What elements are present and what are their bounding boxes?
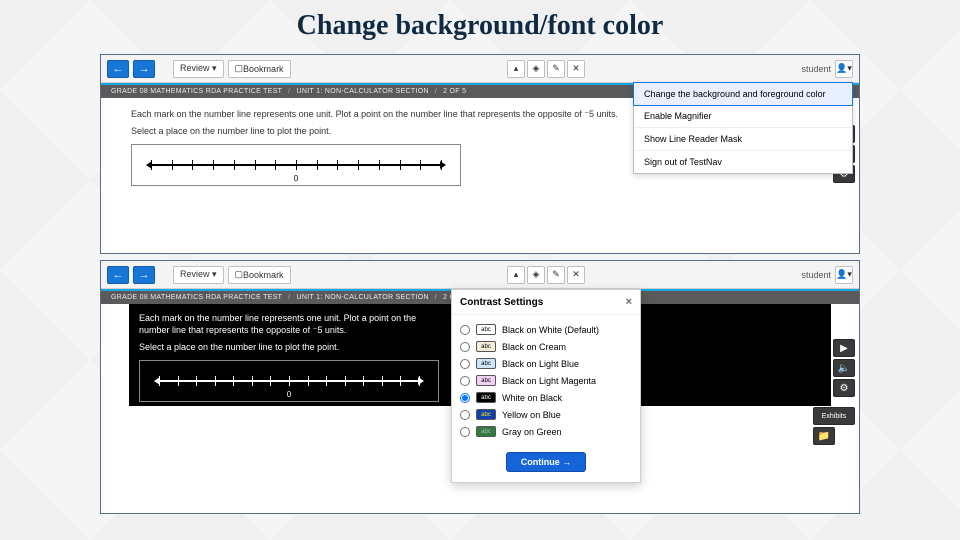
pointer-tool-button[interactable]: ▴ [507,60,525,78]
contrast-swatch: abc [476,392,496,403]
eraser-tool-button[interactable]: ✎ [547,266,565,284]
contrast-radio[interactable] [460,376,470,386]
clear-tool-button[interactable]: ✕ [567,266,585,284]
contrast-option[interactable]: abc Yellow on Blue [460,406,632,423]
user-label: student [801,64,831,74]
crumb-b: UNIT 1: NON-CALCULATOR SECTION [297,88,429,95]
contrast-radio[interactable] [460,359,470,369]
menu-enable-magnifier[interactable]: Enable Magnifier [634,105,852,128]
contrast-swatch: abc [476,358,496,369]
nav-forward-button[interactable]: → [133,266,155,284]
screenshot-top: ← → Review ▾ ▢ Bookmark ▴ ◈ ✎ ✕ student … [100,54,860,254]
continue-button[interactable]: Continue → [506,452,587,472]
review-dropdown[interactable]: Review ▾ [173,60,224,78]
resources-button[interactable]: 📁 [813,427,835,445]
user-label: student [801,270,831,280]
toolbar: ← → Review ▾ ▢ Bookmark ▴ ◈ ✎ ✕ student … [101,55,859,83]
crumb-a: GRADE 08 MATHEMATICS RDA PRACTICE TEST [111,88,282,95]
contrast-radio[interactable] [460,410,470,420]
pointer-tool-button[interactable]: ▴ [507,266,525,284]
number-line[interactable]: 0 [131,144,461,186]
contrast-option-label: Black on Light Magenta [502,376,596,386]
contrast-swatch: abc [476,409,496,420]
crumb-a: GRADE 08 MATHEMATICS RDA PRACTICE TEST [111,294,282,301]
contrast-radio[interactable] [460,325,470,335]
crumb-b: UNIT 1: NON-CALCULATOR SECTION [297,294,429,301]
nav-forward-button[interactable]: → [133,60,155,78]
dialog-close-button[interactable]: × [626,296,632,308]
tool-group: ▴ ◈ ✎ ✕ [507,266,585,284]
side-tools: ▶ 🔈 ⚙ [833,339,855,397]
side-tools-extra: Exhibits 📁 [813,407,855,445]
ruler-tool-button[interactable]: ◈ [527,60,545,78]
contrast-swatch: abc [476,375,496,386]
bookmark-label: Bookmark [243,270,284,280]
tool-group: ▴ ◈ ✎ ✕ [507,60,585,78]
user-menu-button[interactable]: 👤▾ [835,60,853,78]
contrast-option-label: Black on White (Default) [502,325,599,335]
number-line-axis: 0 [159,380,419,382]
contrast-swatch: abc [476,426,496,437]
clear-tool-button[interactable]: ✕ [567,60,585,78]
bookmark-label: Bookmark [243,64,284,74]
contrast-settings-dialog: Contrast Settings × abc Black on White (D… [451,289,641,483]
dialog-title: Contrast Settings [460,297,543,308]
screenshot-bottom: ← → Review ▾ ▢ Bookmark ▴ ◈ ✎ ✕ student … [100,260,860,514]
review-dropdown[interactable]: Review ▾ [173,266,224,284]
slide-title: Change background/font color [0,0,960,48]
contrast-option-label: Black on Cream [502,342,566,352]
contrast-option[interactable]: abc Black on White (Default) [460,321,632,338]
contrast-radio[interactable] [460,393,470,403]
contrast-swatch: abc [476,324,496,335]
eraser-tool-button[interactable]: ✎ [547,60,565,78]
contrast-option-label: Yellow on Blue [502,410,561,420]
exhibits-button[interactable]: Exhibits [813,407,855,425]
contrast-option[interactable]: abc Black on Cream [460,338,632,355]
audio-tool-button[interactable]: 🔈 [833,359,855,377]
settings-tool-button[interactable]: ⚙ [833,379,855,397]
ruler-tool-button[interactable]: ◈ [527,266,545,284]
zero-label: 0 [287,390,291,399]
nav-back-button[interactable]: ← [107,266,129,284]
contrast-option[interactable]: abc Black on Light Magenta [460,372,632,389]
user-menu: Change the background and foreground col… [633,82,853,174]
contrast-radio[interactable] [460,342,470,352]
contrast-option-label: Gray on Green [502,427,562,437]
bookmark-button[interactable]: ▢ Bookmark [228,60,291,78]
bookmark-button[interactable]: ▢ Bookmark [228,266,291,284]
user-menu-button[interactable]: 👤▾ [835,266,853,284]
contrast-option[interactable]: abc Black on Light Blue [460,355,632,372]
question-text: Each mark on the number line represents … [139,312,439,336]
number-line-axis: 0 [151,164,441,166]
menu-sign-out[interactable]: Sign out of TestNav [634,151,852,173]
contrast-options-list: abc Black on White (Default) abc Black on C… [452,315,640,444]
toolbar-bottom: ← → Review ▾ ▢ Bookmark ▴ ◈ ✎ ✕ student … [101,261,859,289]
menu-change-contrast[interactable]: Change the background and foreground col… [633,82,853,106]
contrast-radio[interactable] [460,427,470,437]
zero-label: 0 [294,174,298,183]
contrast-option[interactable]: abc Gray on Green [460,423,632,440]
contrast-option-label: Black on Light Blue [502,359,579,369]
contrast-swatch: abc [476,341,496,352]
crumb-c: 2 OF 5 [443,88,466,95]
contrast-option[interactable]: abc White on Black [460,389,632,406]
play-tool-button[interactable]: ▶ [833,339,855,357]
number-line[interactable]: 0 [139,360,439,402]
menu-line-reader[interactable]: Show Line Reader Mask [634,128,852,151]
contrast-option-label: White on Black [502,393,562,403]
nav-back-button[interactable]: ← [107,60,129,78]
